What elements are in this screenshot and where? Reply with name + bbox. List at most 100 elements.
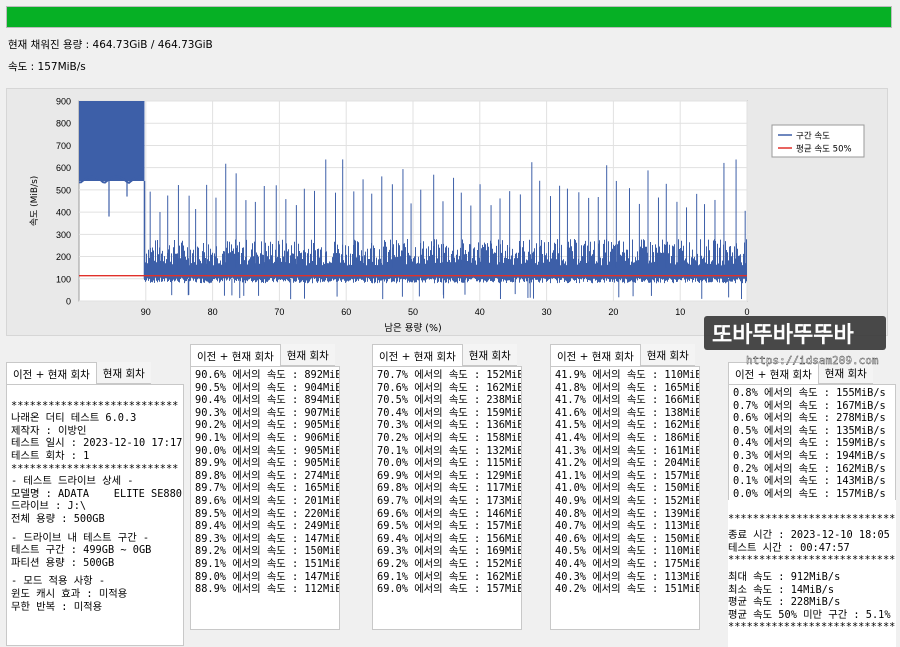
below-half-line: 평균 속도 50% 미만 구간 : 5.1% (728, 608, 891, 621)
y-axis-label: 속도 (MiB/s) (29, 176, 40, 227)
tab-prev-current-round[interactable]: 이전 + 현재 회차 (6, 362, 97, 384)
log-separator: ************************************** (11, 462, 179, 475)
y-tick-label: 400 (56, 208, 71, 218)
speed-chart: 0 100 200 300 400 500 600 700 800 900 90 80 70 60 50 40… (29, 97, 865, 334)
log-separator: ************************************** (728, 512, 896, 525)
fill-progress-bar (6, 6, 892, 28)
series-block-high-speed (79, 101, 145, 181)
speed-log-line: 70.5% 에서의 속도 : 238MiB/s (377, 394, 522, 407)
y-tick-label: 700 (56, 141, 71, 151)
speed-log-line: 0.3% 에서의 속도 : 194MiB/s (733, 449, 886, 462)
tab-current-round[interactable]: 현재 회차 (280, 344, 335, 366)
speed-log-line: 0.8% 에서의 속도 : 155MiB/s (733, 387, 886, 399)
y-tick-label: 300 (56, 230, 71, 240)
model-line: 모델명 : ADATA ELITE SE880 (11, 487, 183, 500)
speed-log-line: 70.1% 에서의 속도 : 132MiB/s (377, 444, 522, 457)
test-duration-line: 테스트 시간 : 00:47:57 (728, 541, 850, 554)
legend-label: 평균 속도 50% (796, 144, 852, 155)
speed-log-line: 69.5% 에서의 속도 : 157MiB/s (377, 520, 522, 533)
y-tick-label: 500 (56, 185, 71, 195)
log-text-area[interactable]: 41.9% 에서의 속도 : 110MiB/s 41.8% 에서의 속도 : 16… (550, 366, 700, 630)
log-separator: ************************************** (11, 399, 179, 412)
speed-log-line: 89.3% 에서의 속도 : 147MiB/s (195, 532, 340, 545)
log-separator: ************************************** (728, 621, 896, 634)
x-tick-label: 20 (608, 307, 618, 317)
speed-log-line: 69.6% 에서의 속도 : 146MiB/s (377, 507, 522, 520)
speed-log-line: 41.3% 에서의 속도 : 161MiB/s (555, 444, 700, 457)
tab-prev-current-round[interactable]: 이전 + 현재 회차 (190, 344, 281, 366)
speed-log-line: 89.1% 에서의 속도 : 151MiB/s (195, 557, 340, 570)
avg-speed-line: 평균 속도 : 228MiB/s (728, 596, 841, 609)
speed-log-line: 69.8% 에서의 속도 : 117MiB/s (377, 482, 522, 495)
x-axis-label: 남은 용량 (%) (384, 322, 441, 334)
speed-log-line: 69.1% 에서의 속도 : 162MiB/s (377, 570, 522, 583)
speed-log-line: 89.2% 에서의 속도 : 150MiB/s (195, 545, 340, 558)
test-round-line: 테스트 회차 : 1 (11, 449, 90, 462)
speed-log-line: 88.9% 에서의 속도 : 112MiB/s (195, 583, 340, 596)
tab-current-round[interactable]: 현재 회차 (96, 362, 151, 384)
x-tick-label: 90 (141, 307, 151, 317)
log-text-area[interactable]: 90.6% 에서의 속도 : 892MiB/s 90.5% 에서의 속도 : 90… (190, 366, 340, 630)
speed-log-line: 40.2% 에서의 속도 : 151MiB/s (555, 583, 700, 596)
log-text-area[interactable]: **************************************나래… (6, 384, 184, 646)
speed-log-line: 40.9% 에서의 속도 : 152MiB/s (555, 494, 700, 507)
speed-log-line: 70.3% 에서의 속도 : 136MiB/s (377, 419, 522, 432)
min-speed-line: 최소 속도 : 14MiB/s (728, 583, 835, 596)
drive-line: 드라이브 : J:\ (11, 500, 87, 513)
speed-log-line: 41.1% 에서의 속도 : 157MiB/s (555, 469, 700, 482)
filled-capacity-label: 현재 채워진 용량 : 464.73GiB / 464.73GiB (8, 39, 213, 51)
mode-header: - 모드 적용 사항 - (11, 575, 106, 588)
speed-log-line: 90.0% 에서의 속도 : 905MiB/s (195, 444, 340, 457)
watermark-logo-text: 또바뚜바뚜뚜바 (712, 323, 854, 348)
infinite-loop-line: 무한 반복 : 미적용 (11, 600, 103, 613)
x-tick-label: 40 (475, 307, 485, 317)
y-tick-label: 600 (56, 163, 71, 173)
author-line: 제작자 : 이방인 (11, 424, 87, 437)
log-column-1: 이전 + 현재 회차 현재 회차 90.6% 에서의 속도 : 892MiB/s 90… (190, 344, 340, 630)
x-tick-label: 30 (542, 307, 552, 317)
test-date-line: 테스트 일시 : 2023-12-10 17:17 (11, 437, 183, 450)
y-tick-label: 100 (56, 274, 71, 284)
speed-log-line: 70.2% 에서의 속도 : 158MiB/s (377, 431, 522, 444)
speed-log-line: 69.2% 에서의 속도 : 152MiB/s (377, 557, 522, 570)
log-text-area[interactable]: 70.7% 에서의 속도 : 152MiB/s 70.6% 에서의 속도 : 16… (372, 366, 522, 630)
speed-log-line: 0.7% 에서의 속도 : 167MiB/s (733, 399, 886, 412)
speed-log-line: 89.7% 에서의 속도 : 165MiB/s (195, 482, 340, 495)
log-column-3: 이전 + 현재 회차 현재 회차 41.9% 에서의 속도 : 110MiB/s 41… (550, 344, 700, 630)
end-time-line: 종료 시간 : 2023-12-10 18:05 (728, 529, 890, 542)
log-column-summary: 이전 + 현재 회차 현재 회차 ***********************… (6, 362, 184, 646)
speed-log-line: 69.7% 에서의 속도 : 173MiB/s (377, 494, 522, 507)
total-capacity-line: 전체 용량 : 500GB (11, 512, 105, 525)
speed-log-line: 69.3% 에서의 속도 : 169MiB/s (377, 545, 522, 558)
speed-log-line: 90.6% 에서의 속도 : 892MiB/s (195, 369, 340, 381)
summary-end: ************************************** 종료… (728, 500, 896, 647)
x-tick-label: 80 (208, 307, 218, 317)
tab-current-round[interactable]: 현재 회차 (462, 344, 517, 366)
speed-log-line: 0.2% 에서의 속도 : 162MiB/s (733, 462, 886, 475)
tab-prev-current-round[interactable]: 이전 + 현재 회차 (550, 344, 641, 366)
watermark-url: https://idsam209.com (746, 354, 879, 367)
speed-log-line: 40.3% 에서의 속도 : 113MiB/s (555, 570, 700, 583)
speed-log-line: 0.6% 에서의 속도 : 278MiB/s (733, 412, 886, 425)
x-tick-label: 50 (408, 307, 418, 317)
speed-log-line: 89.5% 에서의 속도 : 220MiB/s (195, 507, 340, 520)
speed-log-line: 40.8% 에서의 속도 : 139MiB/s (555, 507, 700, 520)
x-tick-label: 70 (274, 307, 284, 317)
speed-log-line: 70.4% 에서의 속도 : 159MiB/s (377, 406, 522, 419)
log-column-2: 이전 + 현재 회차 현재 회차 70.7% 에서의 속도 : 152MiB/s 70… (372, 344, 522, 630)
speed-log-line: 40.7% 에서의 속도 : 113MiB/s (555, 520, 700, 533)
fill-progress-fill (7, 7, 891, 27)
y-tick-label: 900 (56, 97, 71, 107)
speed-log-line: 90.1% 에서의 속도 : 906MiB/s (195, 431, 340, 444)
speed-log-line: 90.2% 에서의 속도 : 905MiB/s (195, 419, 340, 432)
speed-chart-panel: 0 100 200 300 400 500 600 700 800 900 90 80 70 60 50 40… (6, 88, 888, 336)
tab-current-round[interactable]: 현재 회차 (640, 344, 695, 366)
speed-log-line: 41.9% 에서의 속도 : 110MiB/s (555, 369, 700, 381)
speed-log-line: 89.9% 에서의 속도 : 905MiB/s (195, 457, 340, 470)
speed-log-line: 41.2% 에서의 속도 : 204MiB/s (555, 457, 700, 470)
range-header: - 드라이브 내 테스트 구간 - (11, 531, 150, 544)
tab-prev-current-round[interactable]: 이전 + 현재 회차 (372, 344, 463, 366)
log-separator: ************************************** (728, 554, 896, 567)
speed-log-line: 89.0% 에서의 속도 : 147MiB/s (195, 570, 340, 583)
speed-log-line: 0.1% 에서의 속도 : 143MiB/s (733, 475, 886, 488)
